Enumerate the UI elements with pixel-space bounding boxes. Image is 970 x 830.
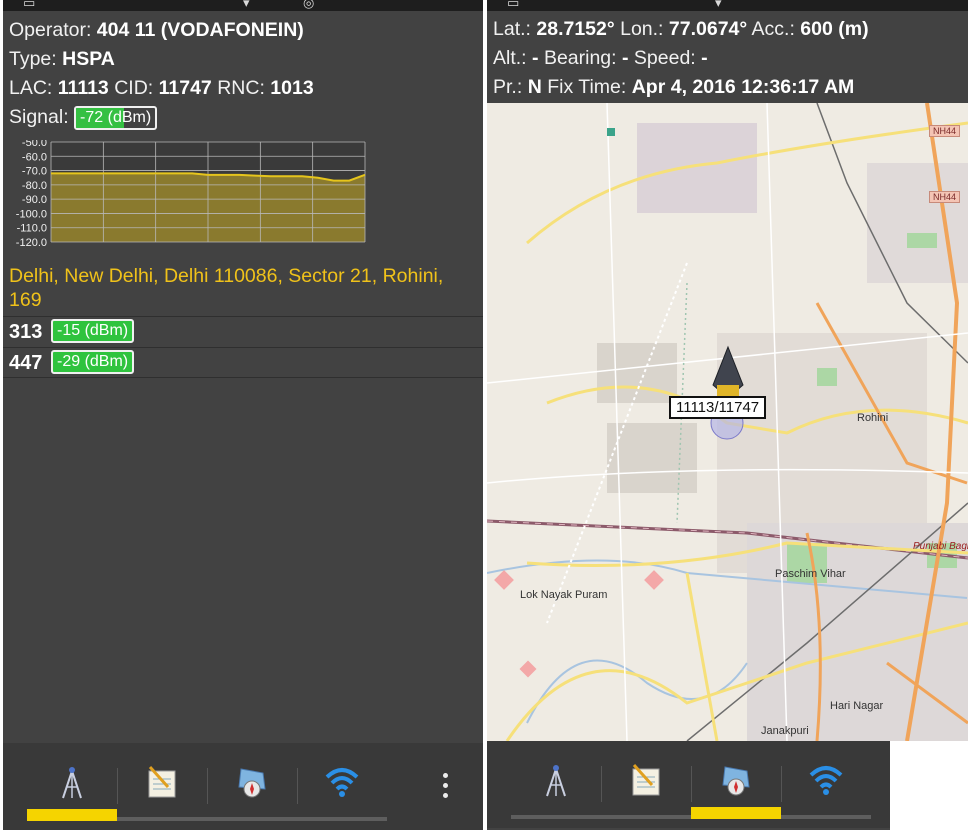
bearing-value: - [622,47,629,69]
notification-icon: ▭ [23,0,36,11]
tab-log[interactable] [117,743,207,823]
lac-cid-rnc-row: LAC: 11113 CID: 11747 RNC: 1013 [9,77,314,100]
cell-info-screen: ▭ ▾ ◎ Operator: 404 11 (VODAFONEIN) Type… [3,0,483,830]
lat-label: Lat.: [493,18,531,40]
highway-shield: NH44 [929,125,961,137]
log-notepad-icon [632,763,660,796]
place-label: Lok Nayak Puram [520,589,608,601]
rnc-value: 1013 [270,77,314,99]
tab-wifi[interactable] [781,741,871,821]
place-label: Hari Nagar [830,700,884,712]
cid-label: CID: [114,77,154,99]
alt-bearing-speed-row: Alt.: - Bearing: - Speed: - [493,47,708,70]
signal-value: -72 (dBm) [80,109,152,126]
neighbor-cell-id: 447 [9,352,43,374]
place-label: Janakpuri [761,725,809,737]
fix-time-label: Fix Time: [547,76,627,98]
log-notepad-icon [148,765,176,798]
cell-address: Delhi, New Delhi, Delhi 110086, Sector 2… [9,265,444,311]
tab-cell-info[interactable] [511,741,601,821]
tab-wifi[interactable] [297,743,387,823]
chart-y-tick-label: -50.0 [22,140,47,149]
signal-status-icon: ▾ [715,0,722,11]
chart-y-tick-label: -120.0 [16,237,47,246]
operator-value: 404 11 (VODAFONEIN) [96,19,304,41]
map-compass-icon [722,766,750,796]
map-view[interactable]: NH44 NH44 11113/11747 Rohini Punjabi Bag… [487,103,968,741]
blank-area [890,741,968,830]
tab-log[interactable] [601,741,691,821]
bottom-tab-bar [3,743,483,830]
cell-tower-icon [546,765,566,797]
status-bar: ▭ ▾ ◎ [3,0,483,11]
provider-value: N [527,76,542,98]
cell-tower-icon [62,767,82,799]
cell-id-label[interactable]: 11113/11747 [669,396,767,419]
overflow-dot [443,783,448,788]
acc-label: Acc.: [751,18,795,40]
overflow-menu-button[interactable] [407,743,483,823]
bearing-label: Bearing: [543,47,617,69]
type-value: HSPA [62,48,115,70]
chart-y-tick-label: -60.0 [22,151,47,163]
operator-label: Operator: [9,19,92,41]
lac-label: LAC: [9,77,53,99]
rnc-label: RNC: [217,77,265,99]
selected-tab-indicator [691,807,781,819]
signal-status-icon: ▾ [243,0,250,11]
highway-shield: NH44 [929,191,961,203]
location-info: Lat.: 28.7152° Lon.: 77.0674° Acc.: 600 … [487,11,968,103]
acc-value: 600 (m) [800,18,869,40]
alt-label: Alt.: [493,47,527,69]
place-label: Rohini [857,412,889,424]
signal-history-chart: -50.0 -60.0 -70.0 -80.0 -90.0 -100.0 -110.0 -12… [16,140,366,246]
fix-time-value: Apr 4, 2016 12:36:17 AM [631,76,855,98]
chart-y-tick-label: -80.0 [22,180,47,192]
lat-lon-acc-row: Lat.: 28.7152° Lon.: 77.0674° Acc.: 600 … [493,18,869,41]
provider-label: Pr.: [493,76,523,98]
map-screen: ▭ ▾ Lat.: 28.7152° Lon.: 77.0674° Acc.: … [487,0,968,830]
signal-label: Signal: [9,106,69,129]
type-row: Type: HSPA [9,48,115,71]
speed-label: Speed: [633,47,696,69]
neighbor-cell-id: 313 [9,321,43,343]
provider-fix-row: Pr.: N Fix Time: Apr 4, 2016 12:36:17 AM [493,76,854,99]
status-bar: ▭ ▾ [487,0,968,11]
alt-value: - [532,47,539,69]
signal-badge: -72 (dBm) [74,106,158,130]
lac-value: 11113 [57,77,109,99]
neighbor-signal-badge: -15 (dBm) [51,319,135,343]
overflow-dot [443,793,448,798]
selected-tab-indicator [27,809,117,821]
notification-icon: ▭ [507,0,520,11]
lat-value: 28.7152° [536,18,615,40]
tab-map[interactable] [207,743,297,823]
operator-row: Operator: 404 11 (VODAFONEIN) [9,19,304,42]
signal-row: Signal: -72 (dBm) [9,106,158,130]
map-tiles [487,103,968,741]
chart-y-tick-label: -70.0 [22,166,47,178]
wifi-icon [809,766,843,795]
location-status-icon: ◎ [303,0,315,11]
place-label: Punjabi Bagh [913,541,968,552]
neighbor-signal-badge: -29 (dBm) [51,350,135,374]
speed-value: - [701,47,708,69]
cid-value: 11747 [158,77,212,99]
place-label: Paschim Vihar [775,568,846,580]
map-compass-icon [238,768,266,798]
chart-y-tick-label: -110.0 [17,223,47,235]
lon-label: Lon.: [620,18,664,40]
neighbor-cell-row[interactable]: 447 -29 (dBm) [3,347,483,378]
chart-y-tick-label: -90.0 [22,194,47,206]
overflow-dot [443,773,448,778]
lon-value: 77.0674° [668,18,748,40]
neighbor-cell-row[interactable]: 313 -15 (dBm) [3,316,483,346]
chart-y-tick-label: -100.0 [16,208,47,220]
wifi-icon [325,768,359,797]
type-label: Type: [9,48,57,70]
